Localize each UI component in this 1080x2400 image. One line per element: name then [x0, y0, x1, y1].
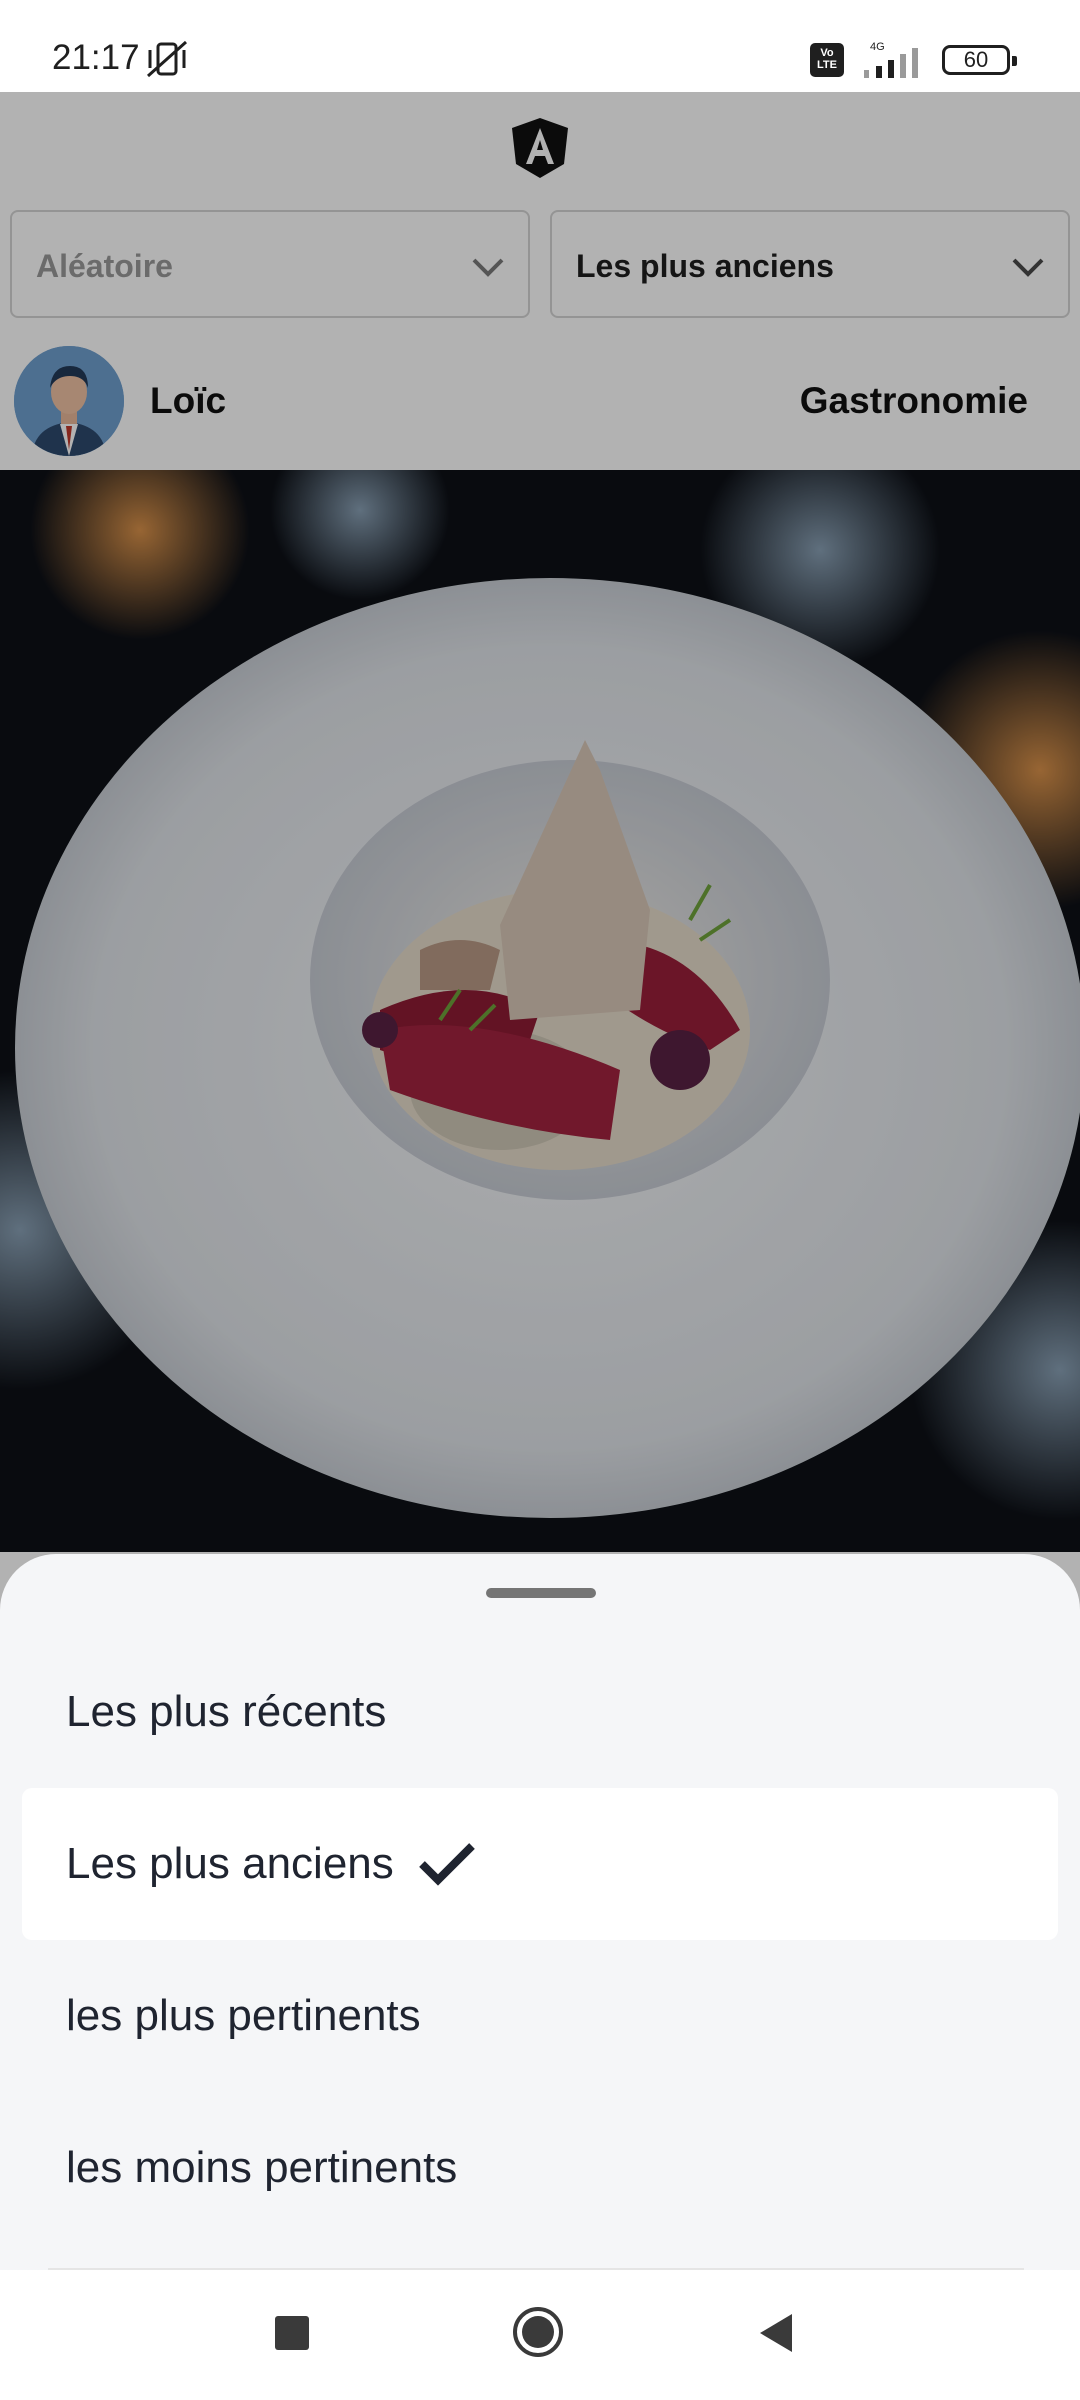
home-button[interactable] [512, 2306, 564, 2358]
volte-icon: Vo LTE [810, 43, 844, 77]
vibrate-off-icon [146, 40, 188, 78]
status-bar: 21:17 Vo LTE 4G 60 [0, 0, 1080, 92]
recent-apps-button[interactable] [275, 2316, 309, 2350]
battery-icon: 60 [942, 45, 1017, 75]
signal-icon: 4G [864, 41, 918, 78]
status-time: 21:17 [52, 38, 140, 77]
sort-option-label: les plus pertinents [66, 1991, 421, 2040]
sort-option-least-relevant[interactable]: les moins pertinents [22, 2092, 1058, 2244]
checkmark-icon [418, 1843, 475, 1886]
sort-option-label: Les plus anciens [66, 1839, 394, 1888]
system-navigation-bar [0, 2270, 1080, 2400]
status-indicators: Vo LTE 4G 60 [810, 40, 1017, 80]
sort-option-oldest[interactable]: Les plus anciens [22, 1788, 1058, 1940]
sort-option-newest[interactable]: Les plus récents [22, 1636, 1058, 1788]
battery-level: 60 [963, 47, 989, 72]
sort-option-label: Les plus récents [66, 1687, 387, 1736]
sort-bottom-sheet: Les plus récents Les plus anciens les pl… [0, 1554, 1080, 2270]
sheet-drag-handle[interactable] [486, 1588, 596, 1598]
back-button[interactable] [758, 2312, 794, 2354]
sort-option-most-relevant[interactable]: les plus pertinents [22, 1940, 1058, 2092]
sort-option-label: les moins pertinents [66, 2143, 458, 2192]
network-type: 4G [870, 41, 885, 53]
